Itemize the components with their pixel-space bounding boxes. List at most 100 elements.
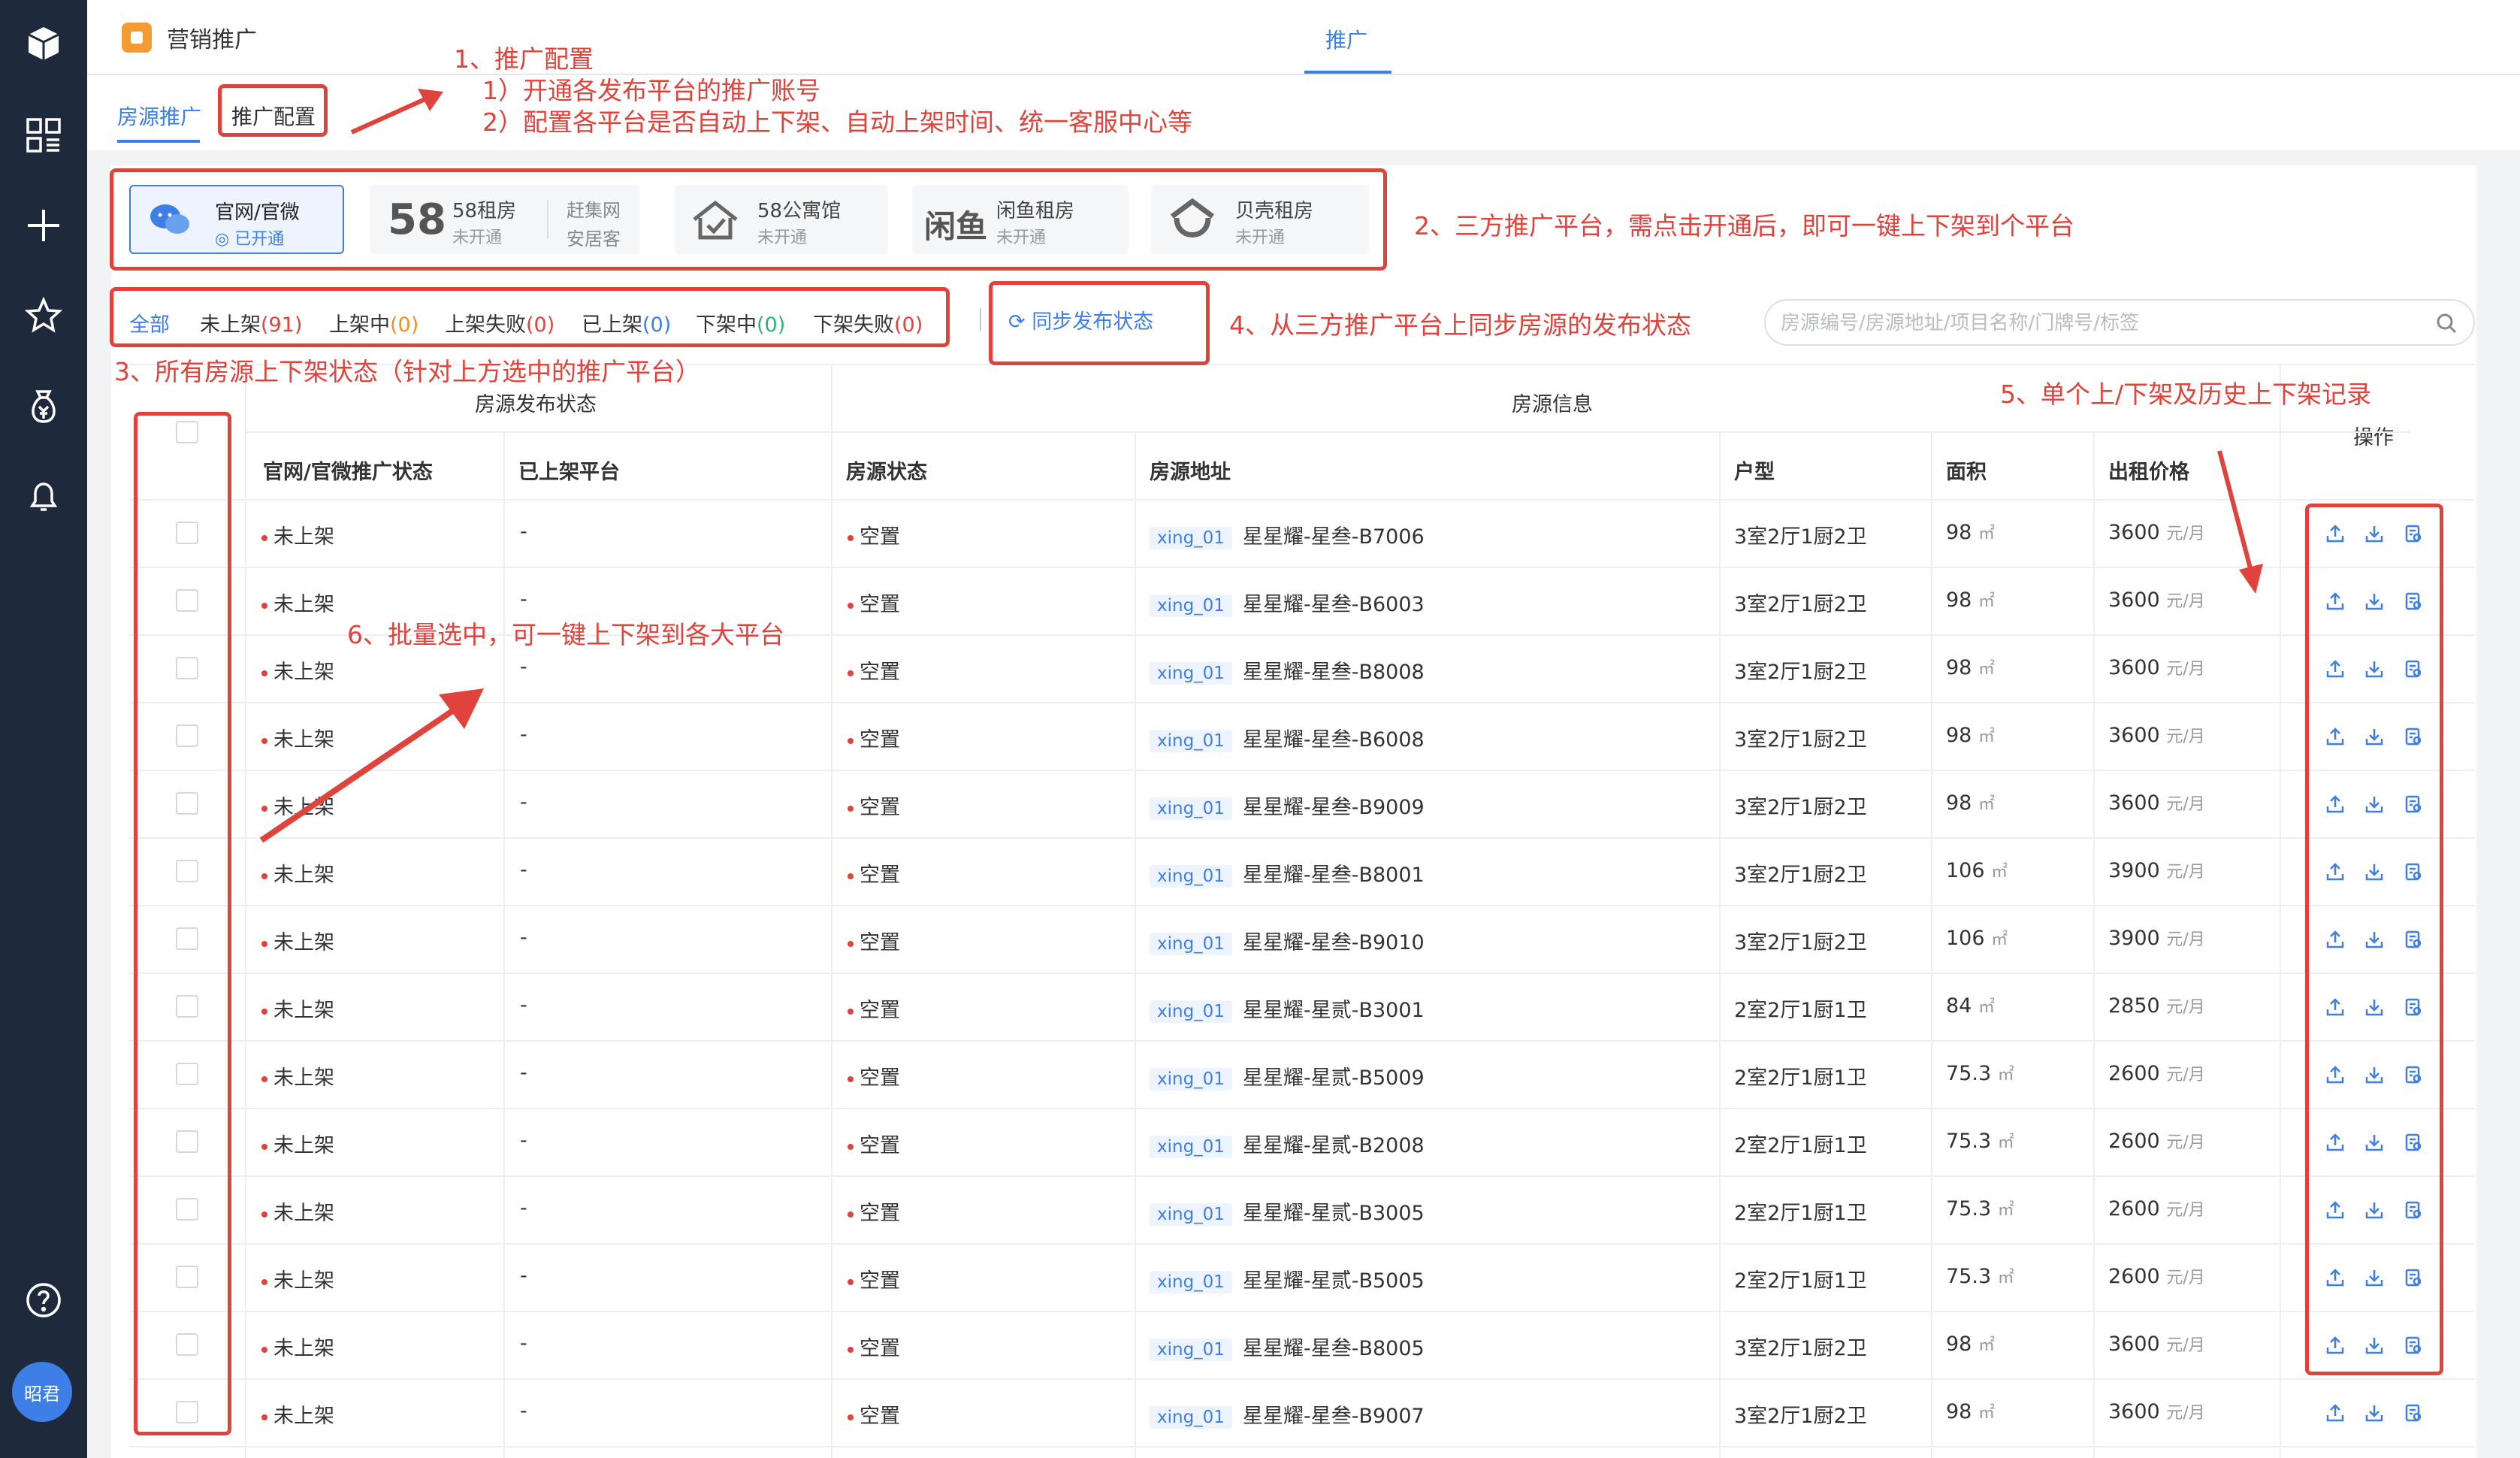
layout-cell: 3室2厅1厨2卫 bbox=[1734, 661, 1867, 684]
house-status-cell: 空置 bbox=[848, 1332, 900, 1361]
price-cell: 2600 元/月 bbox=[2108, 1130, 2205, 1153]
col-layout: 户型 bbox=[1734, 461, 1775, 484]
platforms-cell: - bbox=[520, 1399, 527, 1423]
price-cell: 3600 元/月 bbox=[2108, 1400, 2205, 1423]
area-cell: 106 ㎡ bbox=[1946, 859, 2008, 882]
house-tag: xing_01 bbox=[1150, 594, 1232, 617]
layout-cell: 2室2厅1厨1卫 bbox=[1734, 1134, 1867, 1157]
price-cell: 3900 元/月 bbox=[2108, 859, 2205, 882]
layout-cell: 3室2厅1厨2卫 bbox=[1734, 864, 1867, 887]
area-cell: 98 ㎡ bbox=[1946, 656, 1995, 679]
price-cell: 3600 元/月 bbox=[2108, 656, 2205, 679]
promo-status-cell: 未上架 bbox=[261, 1196, 334, 1226]
platforms-cell: - bbox=[520, 1264, 527, 1287]
app-title: 营销推广 bbox=[167, 27, 257, 53]
promo-status-cell: 未上架 bbox=[261, 858, 334, 888]
bell-icon[interactable] bbox=[21, 473, 66, 519]
subtab-house-promo[interactable]: 房源推广 bbox=[117, 101, 201, 131]
area-cell: 98 ㎡ bbox=[1946, 1332, 1995, 1356]
table-row: 未上架 - 空置 xing_01 星星耀-星贰-B5005 2室2厅1厨1卫 75.3 ㎡ 2… bbox=[129, 1245, 2475, 1312]
col-price: 出租价格 bbox=[2108, 461, 2189, 484]
price-cell: 3600 元/月 bbox=[2108, 588, 2205, 612]
house-status-cell: 空置 bbox=[848, 655, 900, 685]
promo-status-cell: 未上架 bbox=[261, 520, 334, 549]
area-cell: 75.3 ㎡ bbox=[1946, 1130, 2014, 1153]
address-cell[interactable]: xing_01 星星耀-星贰-B5005 bbox=[1150, 1264, 1425, 1293]
house-status-cell: 空置 bbox=[848, 1061, 900, 1090]
house-tag: xing_01 bbox=[1150, 1000, 1232, 1023]
house-tag: xing_01 bbox=[1150, 933, 1232, 955]
house-status-cell: 空置 bbox=[848, 791, 900, 820]
platforms-cell: - bbox=[520, 791, 527, 814]
address-cell[interactable]: xing_01 星星耀-星叁-B7006 bbox=[1150, 520, 1425, 549]
annotation-box-filters bbox=[110, 287, 950, 347]
address-cell[interactable]: xing_01 星星耀-星叁-B6003 bbox=[1150, 588, 1425, 617]
house-status-cell: 空置 bbox=[848, 1399, 900, 1429]
address-cell[interactable]: xing_01 星星耀-星贰-B5009 bbox=[1150, 1061, 1425, 1090]
house-status-cell: 空置 bbox=[848, 520, 900, 549]
house-tag: xing_01 bbox=[1150, 527, 1232, 549]
promo-status-cell: 未上架 bbox=[261, 994, 334, 1023]
add-icon[interactable] bbox=[21, 203, 66, 248]
layout-cell: 3室2厅1厨2卫 bbox=[1734, 1405, 1867, 1428]
area-cell: 98 ㎡ bbox=[1946, 791, 1995, 815]
address-cell[interactable]: xing_01 星星耀-星叁-B8005 bbox=[1150, 1332, 1425, 1361]
area-cell: 84 ㎡ bbox=[1946, 994, 1995, 1018]
table-border bbox=[246, 431, 2410, 433]
platforms-cell: - bbox=[520, 1332, 527, 1355]
platforms-cell: - bbox=[520, 1129, 527, 1152]
house-tag: xing_01 bbox=[1150, 1271, 1232, 1293]
annotation-6: 6、批量选中，可一键上下架到各大平台 bbox=[347, 620, 784, 649]
subtab-indicator bbox=[117, 140, 200, 143]
house-tag: xing_01 bbox=[1150, 1339, 1232, 1361]
delist-download-icon[interactable] bbox=[2362, 1401, 2386, 1425]
promo-status-cell: 未上架 bbox=[261, 1264, 334, 1293]
search-input[interactable] bbox=[1781, 307, 2412, 340]
help-icon[interactable] bbox=[21, 1278, 66, 1323]
house-status-cell: 空置 bbox=[848, 1196, 900, 1226]
address-cell[interactable]: xing_01 星星耀-星贰-B3001 bbox=[1150, 994, 1425, 1023]
area-cell: 75.3 ㎡ bbox=[1946, 1062, 2014, 1085]
platforms-cell: - bbox=[520, 1061, 527, 1084]
divider bbox=[980, 308, 981, 331]
price-cell: 2850 元/月 bbox=[2108, 994, 2205, 1018]
cube-logo-icon[interactable] bbox=[21, 21, 66, 66]
annotation-box-config bbox=[218, 84, 328, 137]
annotation-arrow bbox=[350, 89, 443, 135]
annotation-arrow bbox=[2217, 450, 2263, 594]
star-icon[interactable] bbox=[21, 293, 66, 338]
platforms-cell: - bbox=[520, 588, 527, 611]
list-upload-icon[interactable] bbox=[2323, 1401, 2347, 1425]
area-cell: 75.3 ㎡ bbox=[1946, 1265, 2014, 1288]
user-avatar[interactable]: 昭君 bbox=[12, 1362, 72, 1422]
house-tag: xing_01 bbox=[1150, 1068, 1232, 1090]
money-bag-icon[interactable] bbox=[21, 383, 66, 428]
address-cell[interactable]: xing_01 星星耀-星贰-B3005 bbox=[1150, 1196, 1425, 1226]
app-logo-icon bbox=[122, 23, 152, 53]
col-area: 面积 bbox=[1946, 461, 1987, 484]
address-cell[interactable]: xing_01 星星耀-星贰-B2008 bbox=[1150, 1129, 1425, 1158]
annotation-1-line1: 1）开通各发布平台的推广账号 bbox=[482, 76, 820, 105]
dashboard-icon[interactable] bbox=[21, 113, 66, 158]
table-row: 未上架 - 空置 xing_01 星星耀-星贰-B2008 2室2厅1厨1卫 75.3 ㎡ 2… bbox=[129, 1109, 2475, 1177]
tab-promotion[interactable]: 推广 bbox=[1325, 24, 1367, 54]
layout-cell: 2室2厅1厨1卫 bbox=[1734, 1066, 1867, 1090]
platforms-cell: - bbox=[520, 994, 527, 1017]
address-cell[interactable]: xing_01 星星耀-星叁-B9007 bbox=[1150, 1399, 1425, 1429]
house-tag: xing_01 bbox=[1150, 1406, 1232, 1429]
history-record-icon[interactable] bbox=[2401, 1401, 2425, 1425]
address-cell[interactable]: xing_01 星星耀-星叁-B9010 bbox=[1150, 926, 1425, 955]
address-cell[interactable]: xing_01 星星耀-星叁-B8001 bbox=[1150, 858, 1425, 888]
header-group-publish: 房源发布状态 bbox=[475, 393, 597, 416]
price-cell: 3600 元/月 bbox=[2108, 1332, 2205, 1356]
address-cell[interactable]: xing_01 星星耀-星叁-B6008 bbox=[1150, 723, 1425, 752]
layout-cell: 3室2厅1厨2卫 bbox=[1734, 1337, 1867, 1360]
search-icon[interactable] bbox=[2436, 313, 2457, 334]
address-cell[interactable]: xing_01 星星耀-星叁-B9009 bbox=[1150, 791, 1425, 820]
col-house-status: 房源状态 bbox=[846, 461, 927, 484]
layout-cell: 2室2厅1厨1卫 bbox=[1734, 999, 1867, 1022]
platforms-cell: - bbox=[520, 1196, 527, 1220]
layout-cell: 3室2厅1厨2卫 bbox=[1734, 796, 1867, 819]
address-cell[interactable]: xing_01 星星耀-星叁-B8008 bbox=[1150, 655, 1425, 685]
house-tag: xing_01 bbox=[1150, 662, 1232, 685]
